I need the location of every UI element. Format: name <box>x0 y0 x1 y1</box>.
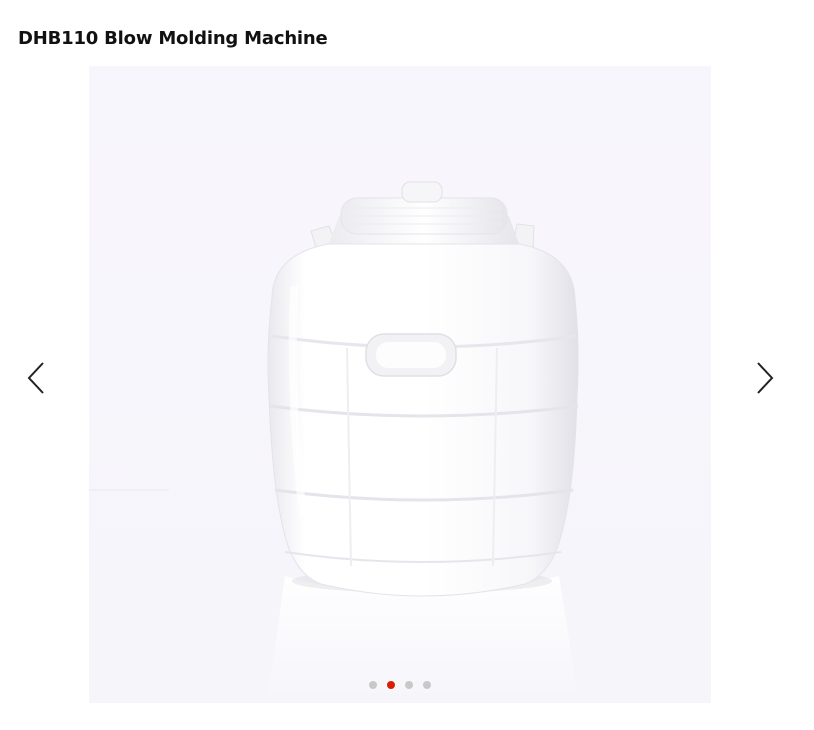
chevron-right-icon <box>757 362 774 394</box>
carousel-dot[interactable] <box>423 681 431 689</box>
product-image-carousel[interactable] <box>0 66 814 704</box>
carousel-slide <box>89 66 711 703</box>
carousel-prev-button[interactable] <box>22 358 52 398</box>
carousel-pagination <box>0 681 800 689</box>
carousel-dot[interactable] <box>387 681 395 689</box>
chevron-left-icon <box>27 362 44 394</box>
page-title: DHB110 Blow Molding Machine <box>18 28 328 49</box>
carousel-next-button[interactable] <box>749 358 779 398</box>
carousel-dot[interactable] <box>405 681 413 689</box>
carousel-dot[interactable] <box>369 681 377 689</box>
product-image <box>89 66 711 703</box>
